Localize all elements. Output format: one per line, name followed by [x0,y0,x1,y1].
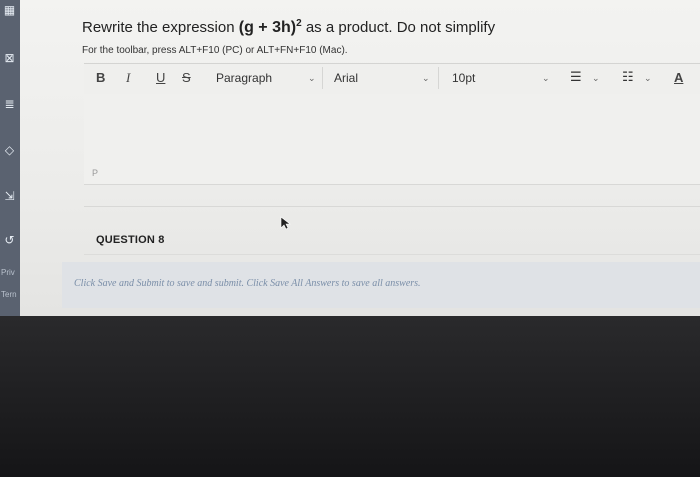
editor-toolbar: B I U S Paragraph ⌄ Arial ⌄ 10pt ⌄ ☰ ⌄ ☷… [84,63,700,95]
rail-label-terms[interactable]: Tern [1,290,17,299]
toolbar-hint: For the toolbar, press ALT+F10 (PC) or A… [82,45,348,56]
list-icon[interactable]: ≣ [1,96,18,112]
font-size-dropdown[interactable]: 10pt ⌄ [440,67,556,89]
underline-button[interactable]: U [156,70,165,85]
chevron-down-icon: ⌄ [542,73,550,83]
divider [84,254,700,255]
chevron-down-icon: ⌄ [308,73,316,83]
left-sidebar: ▦ ⊠ ≣ ◇ ⇲ ↺ Priv Tern [0,0,20,316]
arrow-cursor-icon [280,216,291,230]
bulleted-list-icon: ☰ [570,70,582,85]
bold-button[interactable]: B [96,70,105,85]
submit-instructions: Click Save and Submit to save and submit… [74,278,421,289]
question-prefix: Rewrite the expression [82,19,235,36]
question-expression: (g + 3h) [238,19,297,36]
font-size-label: 10pt [452,71,476,85]
chevron-down-icon: ⌄ [644,73,652,83]
dark-background [0,316,700,477]
paragraph-dropdown[interactable]: Paragraph ⌄ [208,67,323,89]
chevron-down-icon: ⌄ [592,73,600,83]
chevron-down-icon: ⌄ [422,73,430,83]
tag-icon[interactable]: ◇ [1,142,18,158]
numbered-list-dropdown[interactable]: ☷ ⌄ [614,67,664,89]
close-square-icon[interactable]: ⊠ [1,50,18,66]
question-exponent: 2 [296,18,302,29]
paragraph-label: Paragraph [216,71,273,85]
text-color-button[interactable]: A [674,70,683,85]
bulleted-list-dropdown[interactable]: ☰ ⌄ [562,67,612,89]
font-label: Arial [334,71,359,85]
font-dropdown[interactable]: Arial ⌄ [324,67,439,89]
answer-editor[interactable] [84,94,700,185]
export-icon[interactable]: ⇲ [1,188,18,204]
refresh-icon[interactable]: ↺ [1,232,18,248]
editor-path: P [92,168,99,178]
numbered-list-icon: ☷ [622,70,634,85]
grid-icon[interactable]: ▦ [1,2,18,18]
divider [84,206,700,207]
italic-button[interactable]: I [126,70,130,86]
question-suffix: as a product. Do not simplify [305,19,496,36]
rail-label-priv[interactable]: Priv [1,268,15,277]
browser-content: ▦ ⊠ ≣ ◇ ⇲ ↺ Priv Tern Rewrite the expres… [0,0,700,316]
question-number: QUESTION 8 [96,234,165,246]
question-prompt: Rewrite the expression (g + 3h)2 as a pr… [82,18,495,37]
strikethrough-button[interactable]: S [182,70,191,85]
